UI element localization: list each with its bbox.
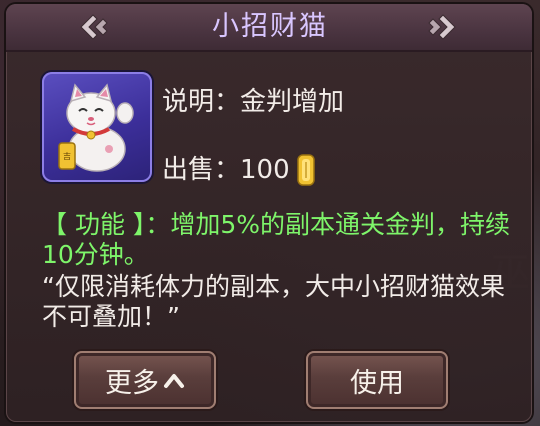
use-button-label: 使用 — [350, 367, 404, 399]
item-icon-frame: 吉 — [42, 72, 152, 182]
more-button-label: 更多 — [105, 367, 159, 399]
chevron-left-icon — [80, 14, 108, 40]
price-value: 100 — [240, 155, 290, 185]
item-description: 说明：金判增加 — [162, 82, 344, 122]
chevron-up-icon — [163, 371, 185, 389]
function-description: 【 功能 】：增加5%的副本通关金判，持续10分钟。 — [42, 210, 511, 269]
description-label: 说明： — [162, 87, 241, 117]
usage-note: “仅限消耗体力的副本，大中小招财猫效果不可叠加！” — [42, 272, 505, 331]
price-label: 出售： — [162, 155, 241, 185]
description-value: 金判增加 — [240, 87, 345, 117]
more-button[interactable]: 更多 — [74, 351, 216, 409]
item-price: 出售： 100 — [162, 150, 316, 190]
chevron-right-icon — [428, 14, 456, 40]
svg-text:吉: 吉 — [63, 152, 71, 161]
gold-coin-icon — [296, 153, 316, 187]
lucky-cat-icon: 吉 — [58, 83, 134, 172]
use-button[interactable]: 使用 — [306, 351, 448, 409]
previous-item-button[interactable] — [78, 12, 114, 42]
next-item-button[interactable] — [422, 12, 458, 42]
